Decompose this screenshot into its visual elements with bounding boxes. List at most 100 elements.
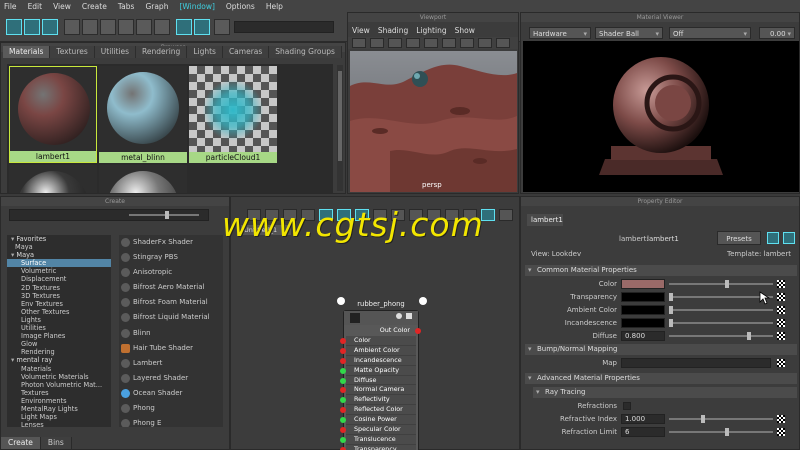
menu-item[interactable]: Help: [266, 2, 283, 11]
node-toggle-icon[interactable]: [406, 313, 412, 319]
node-input-port[interactable]: Incandescence: [340, 355, 416, 366]
toolbar-button[interactable]: [100, 19, 116, 35]
menu-item[interactable]: Edit: [28, 2, 43, 11]
viewport-tool-button[interactable]: [388, 38, 402, 48]
node-input-port[interactable]: Transparency: [340, 444, 416, 450]
material-swatch[interactable]: [9, 165, 97, 193]
node-output-connector-icon[interactable]: [419, 297, 427, 305]
refraction-limit-slider-handle[interactable]: [725, 428, 729, 436]
node-input-port[interactable]: Translucence: [340, 434, 416, 445]
toolbar-button[interactable]: [64, 19, 80, 35]
map-field[interactable]: [621, 358, 771, 368]
pin-toggle-icon[interactable]: [767, 232, 779, 244]
transparency-slider-handle[interactable]: [669, 293, 673, 301]
node-list-item[interactable]: Hair Tube Shader: [119, 341, 223, 356]
node-input-port[interactable]: Diffuse: [340, 375, 416, 386]
node-name-tab[interactable]: lambert1: [527, 214, 563, 226]
output-port-icon[interactable]: [415, 328, 421, 334]
category-tree-item[interactable]: mental ray: [7, 356, 111, 364]
browser-tab[interactable]: Rendering: [136, 46, 188, 58]
viewport-tool-button[interactable]: [424, 38, 438, 48]
color-swatch[interactable]: [621, 279, 665, 289]
transparency-swatch[interactable]: [621, 292, 665, 302]
menu-item[interactable]: View: [53, 2, 71, 11]
node-list-item[interactable]: Bifrost Aero Material: [119, 280, 223, 295]
node-list-item[interactable]: Phong E: [119, 416, 223, 427]
color-map-button-icon[interactable]: [777, 280, 785, 288]
browser-tab[interactable]: Utilities: [94, 46, 136, 58]
refraction-limit-slider[interactable]: [669, 431, 773, 433]
incandescence-slider[interactable]: [669, 322, 773, 324]
shader-node[interactable]: Out Color Color Ambient Color Incandescenc…: [340, 310, 421, 450]
viewport-tool-button[interactable]: [406, 38, 420, 48]
node-list-item[interactable]: Ocean Shader: [119, 386, 223, 401]
browser-tab[interactable]: Lights: [187, 46, 223, 58]
incandescence-slider-handle[interactable]: [669, 319, 673, 327]
menu-item[interactable]: Options: [226, 2, 255, 11]
toolbar-button[interactable]: [118, 19, 134, 35]
category-tree-item[interactable]: Environments: [7, 397, 111, 405]
node-input-port[interactable]: Cosine Power: [340, 415, 416, 426]
refractive-index-map-button-icon[interactable]: [777, 415, 785, 423]
diffuse-map-button-icon[interactable]: [777, 332, 785, 340]
browser-tab[interactable]: Materials: [3, 46, 51, 58]
diffuse-slider[interactable]: [669, 335, 773, 337]
exposure-field[interactable]: 0.00: [759, 27, 795, 40]
category-tree-item[interactable]: Textures: [7, 389, 111, 397]
category-tree-item[interactable]: Volumetric Materials: [7, 373, 111, 381]
browser-scrollbar[interactable]: [337, 65, 343, 191]
presets-button[interactable]: Presets: [717, 231, 761, 245]
ambient-color-swatch[interactable]: [621, 305, 665, 315]
diffuse-field[interactable]: 0.800: [621, 331, 665, 341]
material-swatch[interactable]: [99, 165, 187, 193]
node-input-port[interactable]: Reflected Color: [340, 405, 416, 416]
node-output[interactable]: Out Color: [344, 325, 421, 336]
category-tree-item[interactable]: Volumetric: [7, 267, 111, 275]
toolbar-toggle-button[interactable]: [6, 19, 22, 35]
node-input-connector-icon[interactable]: [337, 297, 345, 305]
ambient-map-button-icon[interactable]: [777, 306, 785, 314]
material-swatch[interactable]: lambert1: [9, 66, 97, 163]
category-tree-item[interactable]: Light Maps: [7, 413, 111, 421]
category-tree-item[interactable]: Maya: [7, 243, 111, 251]
node-editor-canvas[interactable]: rubber_phong Out Color Color Ambient Colo…: [241, 237, 517, 450]
ambient-color-slider[interactable]: [669, 309, 773, 311]
category-tree-item[interactable]: Maya: [7, 251, 111, 259]
diffuse-slider-handle[interactable]: [747, 332, 751, 340]
browser-tab[interactable]: Shading Groups: [269, 46, 342, 58]
viewport-tool-button[interactable]: [370, 38, 384, 48]
transparency-map-button-icon[interactable]: [777, 293, 785, 301]
create-tab[interactable]: Bins: [40, 437, 72, 449]
advanced-section[interactable]: Advanced Material Properties: [525, 373, 797, 384]
toolbar-button[interactable]: [154, 19, 170, 35]
category-tree-item[interactable]: 2D Textures: [7, 284, 111, 292]
viewport-tool-button[interactable]: [496, 38, 510, 48]
geometry-dropdown[interactable]: Shader Ball: [595, 27, 663, 40]
icon-size-slider-handle[interactable]: [165, 211, 169, 219]
viewport-tool-button[interactable]: [460, 38, 474, 48]
icon-size-slider[interactable]: [129, 214, 199, 216]
node-editor-tool-button[interactable]: [499, 209, 513, 221]
toolbar-toggle-button[interactable]: [42, 19, 58, 35]
material-swatch[interactable]: metal_blinn: [99, 66, 187, 163]
raytracing-section[interactable]: Ray Tracing: [533, 387, 797, 398]
refractions-checkbox[interactable]: [623, 402, 631, 410]
category-tree-item[interactable]: Rendering: [7, 348, 111, 356]
node-list-item[interactable]: Lambert: [119, 356, 223, 371]
category-tree-item[interactable]: Displacement: [7, 275, 111, 283]
node-list-item[interactable]: ShaderFx Shader: [119, 235, 223, 250]
node-list-item[interactable]: Bifrost Foam Material: [119, 295, 223, 310]
browser-tab[interactable]: Textures: [50, 46, 95, 58]
toolbar-toggle-button[interactable]: [194, 19, 210, 35]
viewport-menu-item[interactable]: View: [352, 25, 370, 37]
toolbar-button[interactable]: [214, 19, 230, 35]
node-list-item[interactable]: Stingray PBS: [119, 250, 223, 265]
category-tree-item[interactable]: Other Textures: [7, 308, 111, 316]
viewport-tool-button[interactable]: [442, 38, 456, 48]
viewport-menu-item[interactable]: Show: [455, 25, 475, 37]
node-list-item[interactable]: Layered Shader: [119, 371, 223, 386]
category-tree-item[interactable]: Env Textures: [7, 300, 111, 308]
category-tree-item[interactable]: Lights: [7, 316, 111, 324]
material-preview[interactable]: [523, 41, 799, 192]
refractive-index-slider[interactable]: [669, 418, 773, 420]
